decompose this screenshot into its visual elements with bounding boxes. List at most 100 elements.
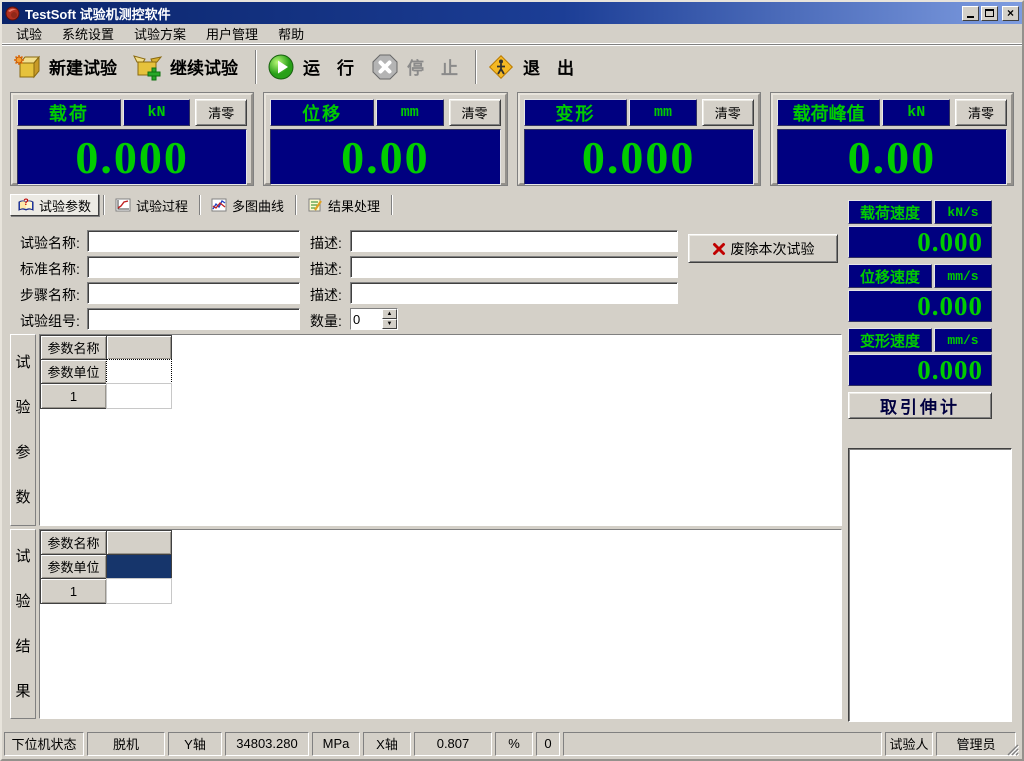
test-params-grid[interactable]: 参数名称 参数单位 1: [39, 334, 842, 526]
result-grid-cell[interactable]: [106, 530, 172, 555]
quantity-stepper: ▲ ▼: [350, 308, 398, 330]
status-offline: 脱机: [87, 732, 165, 756]
param-row1-header: 1: [40, 383, 107, 409]
close-icon: ×: [1007, 7, 1014, 19]
result-row1-header: 1: [40, 578, 107, 604]
tab-test-params[interactable]: ? 试验参数: [10, 194, 99, 216]
test-params-page: 试验名称: 描述: 标准名称: 描述: 步骤名称: 描述: 试验组号: 数量:: [10, 218, 842, 728]
peak-load-clear-button[interactable]: 清零: [955, 99, 1007, 126]
peak-load-display-panel: 载荷峰值 kN 清零 0.00: [771, 93, 1013, 185]
quantity-up-button[interactable]: ▲: [382, 309, 397, 319]
status-operator-name: 管理员: [936, 732, 1016, 756]
result-grid-cell[interactable]: [106, 578, 172, 604]
new-test-button[interactable]: 新建试验: [8, 47, 129, 87]
test-results-section: 试验结果 参数名称 参数单位 1: [10, 529, 842, 719]
test-params-side-label: 试验参数: [10, 334, 36, 526]
tab-separator: [199, 195, 200, 215]
menu-user-management[interactable]: 用户管理: [196, 22, 268, 45]
status-y-axis-label: Y轴: [168, 732, 222, 756]
group-no-label: 试验组号:: [20, 311, 80, 331]
deformation-speed-panel: 变形速度 mm/s 0.000: [848, 328, 992, 386]
menu-test-scheme[interactable]: 试验方案: [124, 22, 196, 45]
load-display-panel: 载荷 kN 清零 0.000: [11, 93, 253, 185]
exit-button[interactable]: 退 出: [482, 47, 586, 87]
menu-bar: 试验 系统设置 试验方案 用户管理 帮助: [2, 24, 1022, 44]
load-speed-unit: kN/s: [934, 200, 992, 224]
status-x-axis-value: 0.807: [414, 732, 492, 756]
deformation-title: 变形: [524, 99, 628, 126]
tab-multi-curves[interactable]: 多图曲线: [204, 194, 291, 216]
close-button[interactable]: ×: [1002, 6, 1019, 21]
minimize-icon: [967, 16, 974, 18]
stop-button[interactable]: 停 止: [366, 47, 470, 87]
status-counter: 0: [536, 732, 560, 756]
tab-results[interactable]: 结果处理: [300, 194, 387, 216]
stop-icon: [370, 52, 400, 82]
deformation-speed-unit: mm/s: [934, 328, 992, 352]
menu-help[interactable]: 帮助: [268, 22, 314, 45]
desc2-input[interactable]: [350, 256, 678, 278]
desc3-input[interactable]: [350, 282, 678, 304]
extensometer-button[interactable]: 取引伸计: [848, 392, 992, 419]
menu-system-settings[interactable]: 系统设置: [52, 22, 124, 45]
load-value: 0.000: [17, 129, 247, 185]
message-list-box[interactable]: [848, 448, 1012, 722]
toolbar-separator: [475, 50, 477, 84]
group-no-input[interactable]: [87, 308, 300, 330]
displacement-unit: mm: [376, 99, 444, 126]
param-grid-cell-focused[interactable]: [106, 359, 172, 384]
load-clear-button[interactable]: 清零: [195, 99, 247, 126]
standard-name-input[interactable]: [87, 256, 300, 278]
deformation-clear-button[interactable]: 清零: [702, 99, 754, 126]
desc1-input[interactable]: [350, 230, 678, 252]
run-label: 运 行: [303, 54, 354, 79]
continue-test-button[interactable]: 继续试验: [129, 47, 250, 87]
param-grid-cell[interactable]: [106, 335, 172, 360]
result-unit-header: 参数单位: [40, 554, 107, 579]
displacement-display-panel: 位移 mm 清零 0.00: [264, 93, 506, 185]
test-results-grid[interactable]: 参数名称 参数单位 1: [39, 529, 842, 719]
result-grid-cell-selected[interactable]: [106, 554, 172, 579]
displacement-value: 0.00: [270, 129, 500, 185]
deformation-speed-title: 变形速度: [848, 328, 932, 352]
process-tab-icon: [115, 197, 131, 213]
quantity-label: 数量:: [310, 311, 342, 331]
tab-multi-curves-label: 多图曲线: [232, 196, 284, 215]
peak-load-unit: kN: [882, 99, 950, 126]
tab-area: ? 试验参数 试验过程: [10, 192, 842, 728]
param-grid-cell[interactable]: [106, 383, 172, 409]
maximize-icon: [985, 9, 994, 17]
test-name-input[interactable]: [87, 230, 300, 252]
displacement-speed-value: 0.000: [848, 290, 992, 322]
quantity-down-button[interactable]: ▼: [382, 319, 397, 329]
test-name-label: 试验名称:: [20, 233, 80, 253]
new-test-label: 新建试验: [49, 54, 117, 79]
discard-test-button[interactable]: 废除本次试验: [688, 234, 838, 263]
curves-tab-icon: [211, 197, 227, 213]
desc2-label: 描述:: [310, 259, 342, 279]
displacement-clear-button[interactable]: 清零: [449, 99, 501, 126]
result-name-header: 参数名称: [40, 530, 107, 555]
status-x-axis-unit: %: [495, 732, 533, 756]
status-bar: 下位机状态 脱机 Y轴 34803.280 MPa X轴 0.807 % 0 试…: [2, 728, 1022, 759]
load-speed-title: 载荷速度: [848, 200, 932, 224]
displacement-title: 位移: [270, 99, 374, 126]
minimize-button[interactable]: [962, 6, 979, 21]
step-name-input[interactable]: [87, 282, 300, 304]
load-speed-panel: 载荷速度 kN/s 0.000: [848, 200, 992, 258]
speed-column: 载荷速度 kN/s 0.000 位移速度 mm/s 0.000 变形速度 mm/…: [848, 192, 1018, 728]
status-y-axis-unit: MPa: [312, 732, 360, 756]
tab-test-process-label: 试验过程: [136, 196, 188, 215]
resize-grip[interactable]: [1005, 742, 1019, 756]
quantity-input[interactable]: [351, 309, 382, 329]
run-button[interactable]: 运 行: [262, 47, 366, 87]
maximize-button[interactable]: [981, 6, 998, 21]
toolbar: 新建试验 继续试验 运 行: [2, 44, 1022, 88]
tab-test-process[interactable]: 试验过程: [108, 194, 195, 216]
displacement-speed-panel: 位移速度 mm/s 0.000: [848, 264, 992, 322]
peak-load-title: 载荷峰值: [777, 99, 881, 126]
status-y-axis-value: 34803.280: [225, 732, 309, 756]
menu-test[interactable]: 试验: [6, 22, 52, 45]
param-name-header: 参数名称: [40, 335, 107, 360]
app-window: TestSoft 试验机测控软件 × 试验 系统设置 试验方案 用户管理 帮助: [0, 0, 1024, 761]
